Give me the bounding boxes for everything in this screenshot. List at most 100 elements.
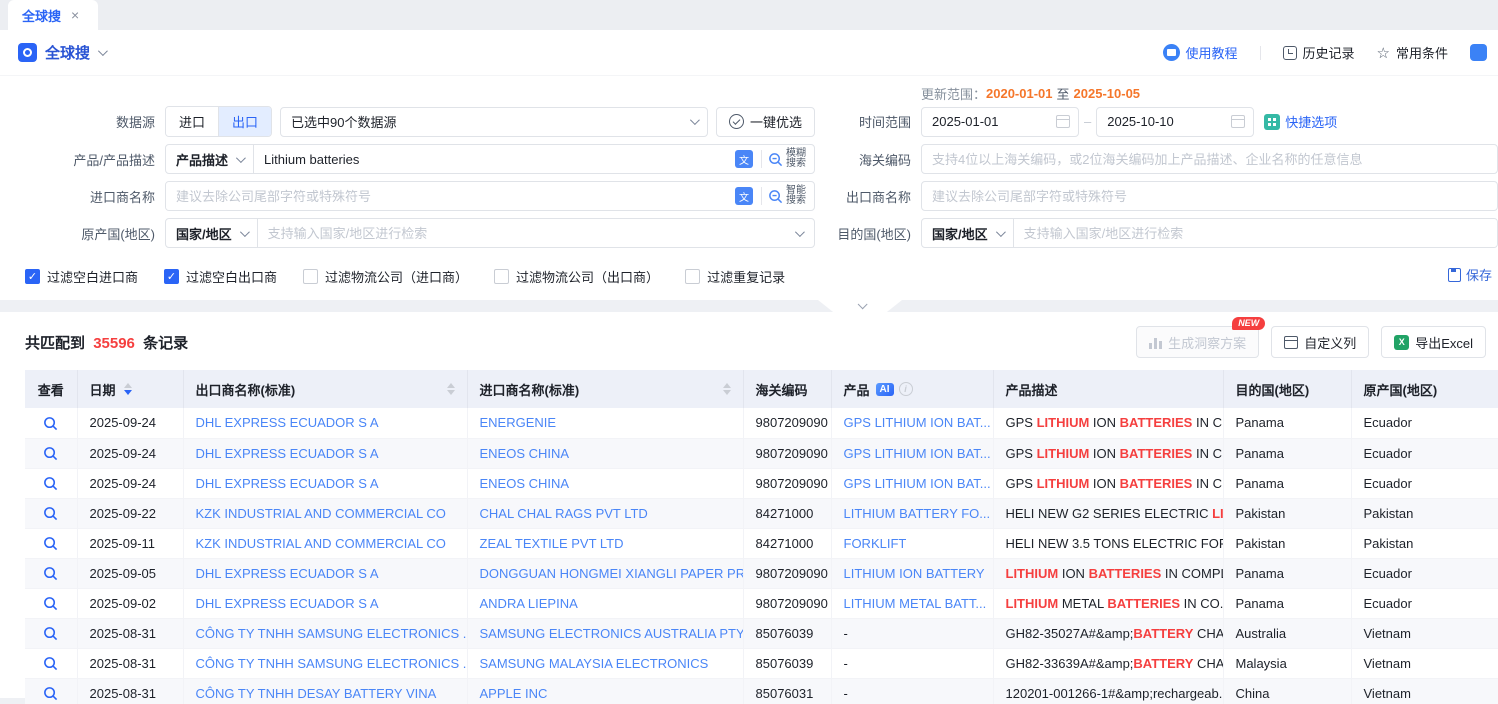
- exporter-link[interactable]: DHL EXPRESS ECUADOR S A: [183, 588, 467, 618]
- product-link[interactable]: LITHIUM METAL BATT...: [831, 588, 993, 618]
- importer-link[interactable]: CHAL CHAL RAGS PVT LTD: [467, 498, 743, 528]
- favorites-link[interactable]: ☆ 常用条件: [1377, 43, 1448, 62]
- product-link[interactable]: GPS LITHIUM ION BAT...: [831, 408, 993, 438]
- info-icon[interactable]: i: [899, 382, 913, 396]
- product-link[interactable]: LITHIUM ION BATTERY: [831, 558, 993, 588]
- smart-search-button[interactable]: 智能搜索: [768, 186, 814, 206]
- view-detail-button[interactable]: [25, 618, 77, 648]
- direction-toggle: 进口 出口: [165, 106, 272, 137]
- view-detail-button[interactable]: [25, 468, 77, 498]
- checkbox-icon[interactable]: ✓: [25, 269, 40, 284]
- view-detail-button[interactable]: [25, 528, 77, 558]
- chevron-down-icon[interactable]: [98, 46, 108, 56]
- date-cell: 2025-09-05: [77, 558, 183, 588]
- filter-checkbox[interactable]: ✓ 过滤空白进口商: [25, 267, 138, 286]
- importer-link[interactable]: SAMSUNG MALAYSIA ELECTRONICS: [467, 648, 743, 678]
- sort-date[interactable]: [124, 383, 132, 395]
- save-icon: [1448, 268, 1461, 282]
- cutoff-link[interactable]: [1470, 44, 1498, 61]
- view-detail-button[interactable]: [25, 648, 77, 678]
- end-date-input[interactable]: 2025-10-10: [1096, 107, 1254, 137]
- importer-name-input[interactable]: [166, 182, 735, 210]
- importer-link[interactable]: APPLE INC: [467, 678, 743, 704]
- importer-link[interactable]: DONGGUAN HONGMEI XIANGLI PAPER PR...: [467, 558, 743, 588]
- view-detail-button[interactable]: [25, 588, 77, 618]
- exporter-link[interactable]: CÔNG TY TNHH SAMSUNG ELECTRONICS ...: [183, 618, 467, 648]
- product-link[interactable]: -: [831, 618, 993, 648]
- exporter-link[interactable]: CÔNG TY TNHH SAMSUNG ELECTRONICS ...: [183, 648, 467, 678]
- translate-icon[interactable]: 文: [735, 150, 753, 168]
- quick-options-link[interactable]: 快捷选项: [1264, 112, 1337, 131]
- product-description-cell: 120201-001266-1#&amp;rechargeab...: [993, 678, 1223, 704]
- exporter-name-input[interactable]: [921, 181, 1498, 211]
- importer-link[interactable]: SAMSUNG ELECTRONICS AUSTRALIA PTY: [467, 618, 743, 648]
- product-link[interactable]: -: [831, 678, 993, 704]
- collapse-form-button[interactable]: [818, 300, 902, 312]
- checkbox-icon[interactable]: [685, 269, 700, 284]
- product-link[interactable]: GPS LITHIUM ION BAT...: [831, 468, 993, 498]
- generate-insight-button[interactable]: 生成洞察方案: [1136, 326, 1259, 358]
- start-date-input[interactable]: 2025-01-01: [921, 107, 1079, 137]
- app-logo-icon: [18, 43, 37, 62]
- view-detail-button[interactable]: [25, 678, 77, 704]
- hs-code-input[interactable]: [921, 144, 1498, 174]
- sort-importer[interactable]: [723, 383, 731, 395]
- filter-checkbox[interactable]: 过滤重复记录: [685, 267, 785, 286]
- product-link[interactable]: FORKLIFT: [831, 528, 993, 558]
- view-detail-button[interactable]: [25, 408, 77, 438]
- destination-cell: Malaysia: [1223, 648, 1351, 678]
- exporter-link[interactable]: KZK INDUSTRIAL AND COMMERCIAL CO: [183, 528, 467, 558]
- importer-link[interactable]: ANDRA LIEPINA: [467, 588, 743, 618]
- view-detail-button[interactable]: [25, 438, 77, 468]
- table-row: 2025-08-31 CÔNG TY TNHH DESAY BATTERY VI…: [25, 678, 1498, 704]
- exporter-link[interactable]: DHL EXPRESS ECUADOR S A: [183, 558, 467, 588]
- product-input[interactable]: [254, 145, 735, 173]
- exporter-link[interactable]: CÔNG TY TNHH DESAY BATTERY VINA: [183, 678, 467, 704]
- customize-columns-button[interactable]: 自定义列: [1271, 326, 1369, 358]
- importer-link[interactable]: ENEOS CHINA: [467, 438, 743, 468]
- filter-checkbox[interactable]: 过滤物流公司（进口商）: [303, 267, 468, 286]
- checkbox-icon[interactable]: [303, 269, 318, 284]
- product-type-select[interactable]: 产品描述: [166, 145, 254, 173]
- close-icon[interactable]: ×: [71, 7, 79, 23]
- filter-checkbox[interactable]: ✓ 过滤空白出口商: [164, 267, 277, 286]
- sort-exporter[interactable]: [447, 383, 455, 395]
- export-excel-button[interactable]: X 导出Excel: [1381, 326, 1486, 358]
- importer-link[interactable]: ENERGENIE: [467, 408, 743, 438]
- product-link[interactable]: -: [831, 648, 993, 678]
- save-button[interactable]: 保存: [1448, 265, 1492, 284]
- exporter-link[interactable]: KZK INDUSTRIAL AND COMMERCIAL CO: [183, 498, 467, 528]
- origin-country-input[interactable]: [258, 219, 795, 247]
- importer-link[interactable]: ENEOS CHINA: [467, 468, 743, 498]
- destination-type-select[interactable]: 国家/地区: [922, 219, 1014, 247]
- checkbox-icon[interactable]: [494, 269, 509, 284]
- product-link[interactable]: GPS LITHIUM ION BAT...: [831, 438, 993, 468]
- origin-cell: Ecuador: [1351, 408, 1498, 438]
- checkbox-icon[interactable]: ✓: [164, 269, 179, 284]
- origin-type-select[interactable]: 国家/地区: [166, 219, 258, 247]
- history-link[interactable]: 历史记录: [1283, 43, 1355, 62]
- importer-link[interactable]: ZEAL TEXTILE PVT LTD: [467, 528, 743, 558]
- customize-columns-label: 自定义列: [1304, 333, 1356, 352]
- filter-checkbox[interactable]: 过滤物流公司（出口商）: [494, 267, 659, 286]
- view-detail-button[interactable]: [25, 498, 77, 528]
- product-type-value: 产品描述: [176, 150, 228, 169]
- destination-country-input[interactable]: [1014, 219, 1497, 247]
- time-range-label: 时间范围: [815, 112, 911, 131]
- datasource-select[interactable]: 已选中90个数据源: [280, 107, 708, 137]
- exporter-link[interactable]: DHL EXPRESS ECUADOR S A: [183, 408, 467, 438]
- one-click-optimize-button[interactable]: 一键优选: [716, 107, 815, 137]
- tutorial-link[interactable]: 使用教程: [1163, 43, 1238, 62]
- divider: [761, 150, 762, 168]
- tab-bar: 全球搜 ×: [0, 0, 1498, 30]
- exporter-link[interactable]: DHL EXPRESS ECUADOR S A: [183, 468, 467, 498]
- fuzzy-search-button[interactable]: 模糊搜索: [768, 149, 814, 169]
- export-toggle-button[interactable]: 出口: [218, 107, 271, 136]
- import-toggle-button[interactable]: 进口: [166, 107, 218, 136]
- product-link[interactable]: LITHIUM BATTERY FO...: [831, 498, 993, 528]
- translate-icon[interactable]: 文: [735, 187, 753, 205]
- exporter-link[interactable]: DHL EXPRESS ECUADOR S A: [183, 438, 467, 468]
- view-detail-button[interactable]: [25, 558, 77, 588]
- tab-global-search[interactable]: 全球搜 ×: [8, 0, 98, 30]
- table-row: 2025-09-11 KZK INDUSTRIAL AND COMMERCIAL…: [25, 528, 1498, 558]
